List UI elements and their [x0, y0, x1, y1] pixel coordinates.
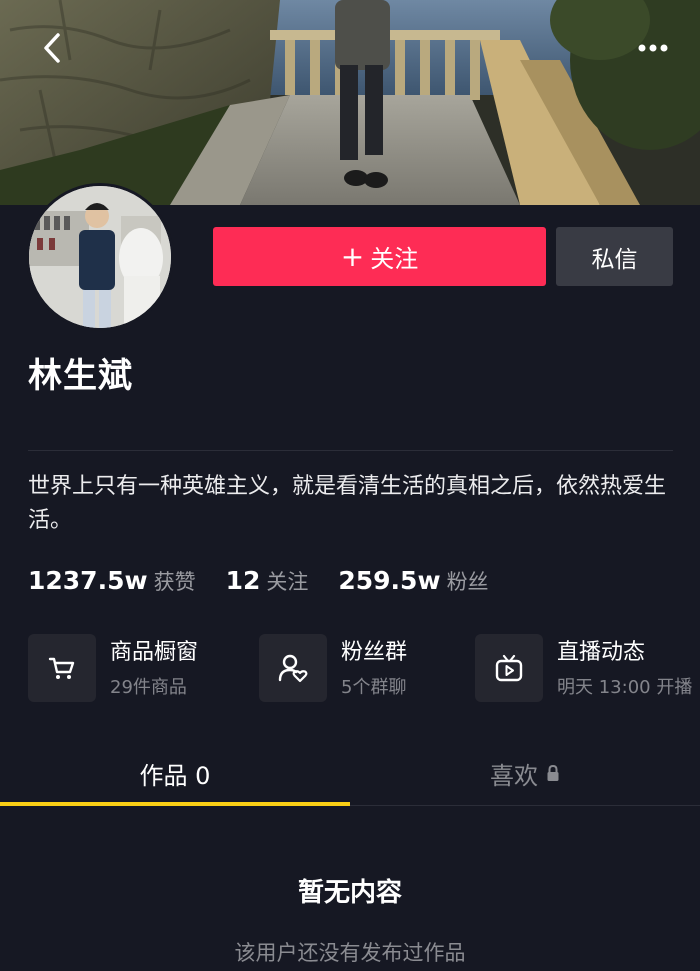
feature-shop-title: 商品橱窗 [110, 640, 199, 665]
back-button[interactable] [30, 28, 74, 68]
tab-works-label: 作品 0 [139, 761, 211, 790]
feature-live-title: 直播动态 [557, 640, 646, 665]
tab-likes-label: 喜欢 [490, 761, 538, 790]
profile-cover-image [0, 0, 700, 205]
feature-shop-window[interactable]: 商品橱窗 29件商品 [28, 634, 198, 702]
bio-text: 世界上只有一种英雄主义，就是看清生活的真相之后，依然热爱生活。 [28, 474, 667, 533]
content-tabs: 作品 0 喜欢 [0, 740, 700, 806]
more-dots-icon [638, 44, 668, 52]
username: 林生斌 [28, 356, 133, 396]
active-tab-indicator [0, 802, 350, 806]
tab-works[interactable]: 作品 0 [0, 740, 350, 806]
chevron-left-icon [44, 33, 60, 63]
stat-likes-value: 1237.5w [28, 566, 148, 595]
lock-icon [546, 764, 560, 782]
stat-following-value: 12 [225, 566, 261, 595]
feature-shop-subtitle: 29件商品 [110, 677, 187, 698]
stat-following[interactable]: 12 关注 [226, 566, 309, 596]
feature-fan-group-title: 粉丝群 [341, 640, 408, 665]
message-button[interactable]: 私信 [556, 227, 673, 286]
feature-fan-group-subtitle: 5个群聊 [341, 677, 407, 698]
stat-following-label: 关注 [266, 570, 309, 594]
more-options-button[interactable] [630, 30, 676, 66]
stat-followers-label: 粉丝 [446, 570, 489, 594]
plus-icon: + [340, 239, 365, 273]
feature-live-schedule[interactable]: 直播动态 明天 13:00 开播 [475, 634, 692, 702]
stat-followers[interactable]: 259.5w 粉丝 [338, 566, 488, 596]
feature-fan-group[interactable]: 粉丝群 5个群聊 [259, 634, 407, 702]
shopping-cart-icon [28, 634, 96, 702]
tab-likes[interactable]: 喜欢 [350, 740, 700, 806]
stat-followers-value: 259.5w [338, 566, 441, 595]
empty-state-subtitle: 该用户还没有发布过作品 [234, 941, 466, 965]
message-label: 私信 [591, 246, 638, 273]
fan-group-icon [259, 634, 327, 702]
stat-likes[interactable]: 1237.5w 获赞 [28, 566, 196, 596]
profile-stats: 1237.5w 获赞 12 关注 259.5w 粉丝 [28, 566, 519, 596]
follow-button[interactable]: + 关注 [213, 227, 546, 286]
stat-likes-label: 获赞 [153, 570, 196, 594]
empty-state-title: 暂无内容 [297, 878, 402, 908]
avatar[interactable] [26, 183, 174, 331]
follow-label: 关注 [370, 245, 419, 273]
live-tv-icon [475, 634, 543, 702]
feature-live-subtitle: 明天 13:00 开播 [557, 677, 693, 698]
divider [28, 450, 673, 451]
